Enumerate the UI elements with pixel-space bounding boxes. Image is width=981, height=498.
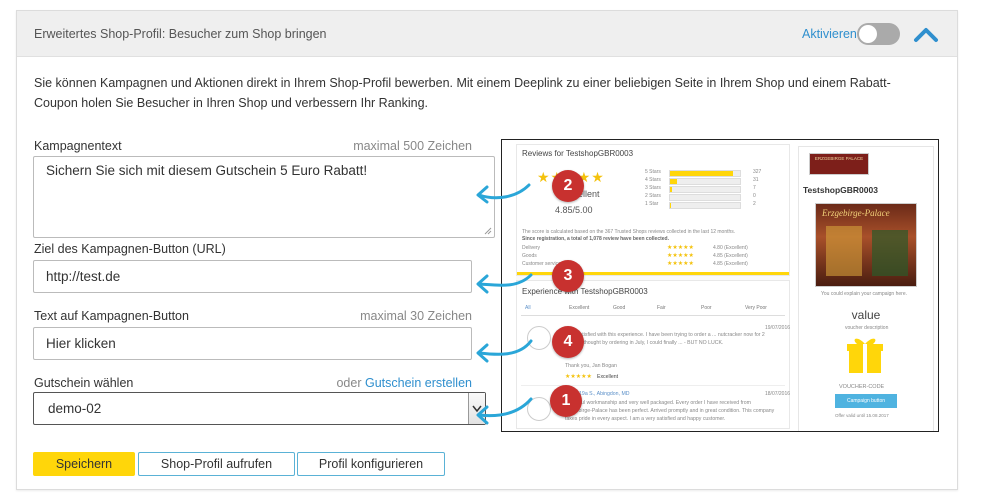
review1-stars-icon: ★★★★★ xyxy=(565,374,592,380)
callout-arrows xyxy=(476,183,533,425)
button-text-label: Text auf Kampagnen-Button xyxy=(34,309,189,323)
reviews-card: Reviews for TestshopGBR0003 ★★★★★ Excell… xyxy=(516,144,790,276)
star-row-label: 1 Star xyxy=(645,201,659,207)
star-row-fill xyxy=(670,171,733,176)
star-row-bar xyxy=(669,178,741,185)
review1-rating: Excellent xyxy=(597,374,619,380)
banner-figure xyxy=(826,226,862,276)
star-row-count: 0 xyxy=(753,193,756,199)
voucher-description: voucher description xyxy=(845,325,889,331)
star-row-count: 327 xyxy=(753,169,762,175)
star-row-count: 2 xyxy=(753,201,756,207)
button-url-label: Ziel des Kampagnen-Button (URL) xyxy=(34,242,226,256)
filter-tab: Fair xyxy=(657,305,666,311)
voucher-value-title: value xyxy=(851,308,881,322)
arrow-4-icon xyxy=(477,339,533,356)
reviews-title: Reviews for TestshopGBR0003 xyxy=(522,149,634,158)
filter-tab: Poor xyxy=(701,305,712,311)
toggle-knob xyxy=(859,25,877,43)
campaign-explain-text: You could explain your campaign here. xyxy=(821,291,907,297)
button-text-hint: maximal 30 Zeichen xyxy=(360,309,472,323)
button-text-input[interactable]: Hier klicken xyxy=(33,327,472,360)
criteria-score: 4.85 (Excellent) xyxy=(713,253,748,259)
campaign-text-label: Kampagnentext xyxy=(34,139,122,153)
activate-toggle[interactable] xyxy=(857,23,900,45)
collapse-chevron-up-icon[interactable] xyxy=(913,25,939,43)
button-url-input[interactable]: http://test.de xyxy=(33,260,472,293)
campaign-banner-image: Erzgebirge-Palace xyxy=(815,203,917,287)
filter-tab: Good xyxy=(613,305,626,311)
voucher-select[interactable]: demo-02 xyxy=(33,392,486,425)
star-row-count: 7 xyxy=(753,185,756,191)
campaign-preview-button: Campaign button xyxy=(835,394,897,408)
banner-figure-2 xyxy=(872,230,908,276)
review-filter-tabs: All Excellent Good Fair Poor Very Poor xyxy=(521,303,785,316)
star-row-bar xyxy=(669,194,741,201)
campaign-text-hint: maximal 500 Zeichen xyxy=(353,139,472,153)
voucher-select-value: demo-02 xyxy=(48,401,102,416)
preview-sidebar: ERZGEBIRGE PALACE TestshopGBR0003 Erzgeb… xyxy=(798,146,934,431)
panel-title: Erweitertes Shop-Profil: Besucher zum Sh… xyxy=(34,27,327,41)
voucher-hint: oder Gutschein erstellen xyxy=(336,376,472,390)
campaign-text-value: Sichern Sie sich mit diesem Gutschein 5 … xyxy=(46,163,368,178)
shop-logo-text: ERZGEBIRGE PALACE xyxy=(814,156,864,161)
review1-text: Very satisfied with this experience. I h… xyxy=(565,332,765,346)
review2-date: 18/07/2016 xyxy=(765,391,791,397)
button-url-value: http://test.de xyxy=(46,269,121,284)
voucher-code-label: VOUCHER-CODE xyxy=(839,384,885,390)
criteria-stars-icon: ★★★★★ xyxy=(667,245,694,251)
review2-text: Beautiful workmanship and very well pack… xyxy=(565,400,775,422)
star-row-fill xyxy=(670,179,677,184)
shop-profile-panel: Erweitertes Shop-Profil: Besucher zum Sh… xyxy=(16,10,958,490)
star-row-bar xyxy=(669,202,741,209)
shop-logo: ERZGEBIRGE PALACE xyxy=(809,153,869,175)
banner-text: Erzgebirge-Palace xyxy=(822,208,890,218)
shop-profile-preview: Reviews for TestshopGBR0003 ★★★★★ Excell… xyxy=(501,139,939,432)
criteria-stars-icon: ★★★★★ xyxy=(667,261,694,267)
voucher-hint-prefix: oder xyxy=(336,376,362,390)
sidebar-shop-name: TestshopGBR0003 xyxy=(803,185,878,195)
star-row-bar xyxy=(669,170,741,177)
criteria-stars-icon: ★★★★★ xyxy=(667,253,694,259)
criteria-score: 4.80 (Excellent) xyxy=(713,245,748,251)
intro-text: Sie können Kampagnen und Aktionen direkt… xyxy=(34,76,891,110)
configure-profile-button[interactable]: Profil konfigurieren xyxy=(297,452,445,476)
offer-valid-text: Offer valid until 15.08.2017 xyxy=(835,413,889,418)
star-row-count: 31 xyxy=(753,177,759,183)
panel-header: Erweitertes Shop-Profil: Besucher zum Sh… xyxy=(17,11,957,57)
star-row-label: 4 Stars xyxy=(645,177,661,183)
activate-label[interactable]: Aktivieren xyxy=(802,27,857,41)
star-row-bar xyxy=(669,186,741,193)
save-button[interactable]: Speichern xyxy=(33,452,135,476)
star-row-label: 5 Stars xyxy=(645,169,661,175)
star-row-fill xyxy=(670,187,673,192)
button-text-value: Hier klicken xyxy=(46,336,116,351)
filter-tab: Very Poor xyxy=(745,305,767,311)
criteria-score: 4.85 (Excellent) xyxy=(713,261,748,267)
review1-sign: Thank you, Jan Bogan xyxy=(565,363,617,369)
voucher-label: Gutschein wählen xyxy=(34,376,134,390)
rating-value: 4.85/5.00 xyxy=(555,205,593,215)
gift-icon xyxy=(847,335,883,380)
star-row-label: 3 Stars xyxy=(645,185,661,191)
campaign-text-textarea[interactable]: Sichern Sie sich mit diesem Gutschein 5 … xyxy=(33,156,495,238)
star-row-label: 2 Stars xyxy=(645,193,661,199)
filter-tab: Excellent xyxy=(569,305,590,311)
open-shop-profile-button[interactable]: Shop-Profil aufrufen xyxy=(138,452,295,476)
create-voucher-link[interactable]: Gutschein erstellen xyxy=(365,376,472,390)
star-row-fill xyxy=(670,203,671,208)
